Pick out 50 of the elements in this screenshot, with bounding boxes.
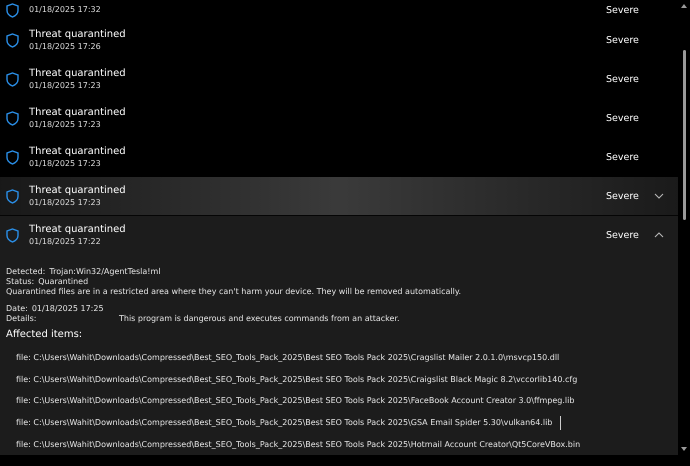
threat-title: Threat quarantined <box>29 146 127 158</box>
threat-title: Threat quarantined <box>29 68 127 80</box>
detected-value: Trojan:Win32/AgentTesla!ml <box>49 267 161 277</box>
status-label: Status: <box>6 277 34 287</box>
threat-title: Threat quarantined <box>29 184 127 196</box>
shield-icon <box>6 188 19 204</box>
threat-date: 01/18/2025 17:23 <box>29 80 102 90</box>
date-label: Date: <box>6 304 28 314</box>
severity-label: Severe <box>606 4 640 16</box>
detected-label: Detected: <box>6 267 46 277</box>
threat-title: Threat quarantined <box>29 28 127 40</box>
shield-icon <box>6 228 19 242</box>
quarantine-note: Quarantined files are in a restricted area where they can't harm your device. They will be removed automatically. <box>6 287 461 297</box>
affected-items-heading: Affected items: <box>6 328 84 341</box>
threat-title: Threat quarantined <box>29 224 127 236</box>
file-path: file: C:\Users\Wahit\Downloads\Compressed\Best_SEO_Tools_Pack_2025\Best SEO Tools Pack 2025\GSA Email Spider 5.30\vulkan64.lib <box>16 418 552 427</box>
severity-label: Severe <box>606 230 640 240</box>
threat-date: 01/18/2025 17:23 <box>29 120 102 130</box>
scroll-up-icon[interactable] <box>681 4 687 8</box>
chevron-icon[interactable] <box>654 193 664 199</box>
threat-date: 01/18/2025 17:26 <box>29 42 102 52</box>
severity-label: Severe <box>606 34 640 46</box>
severity-label: Severe <box>606 74 640 84</box>
shield-icon <box>6 2 19 18</box>
text-cursor <box>560 416 562 430</box>
severity-label: Severe <box>606 112 640 124</box>
details-value: This program is dangerous and executes commands from an attacker. <box>119 314 400 324</box>
threat-date: 01/18/2025 17:23 <box>29 198 102 208</box>
file-path: file: C:\Users\Wahit\Downloads\Compressed\Best_SEO_Tools_Pack_2025\Best SEO Tools Pack 2025\Craigslist Black Magic 8.2\vccorlib140.cfg <box>16 374 578 384</box>
file-path: file: C:\Users\Wahit\Downloads\Compressed\Best_SEO_Tools_Pack_2025\Best SEO Tools Pack 2025\FaceBook Account Creator 3.0\ffmpeg.lib <box>16 396 574 406</box>
shield-icon <box>6 110 19 126</box>
file-path: file: C:\Users\Wahit\Downloads\Compressed\Best_SEO_Tools_Pack_2025\Best SEO Tools Pack 2025\Cragslist Mailer 2.0.1.0\msvcp150.dll <box>16 353 560 362</box>
threat-row[interactable]: Threat quarantined 01/18/2025 17:22 Severe <box>0 216 678 255</box>
shield-icon <box>6 72 19 86</box>
threat-date: 01/18/2025 17:32 <box>29 5 102 15</box>
shield-icon <box>6 150 19 164</box>
threat-title: Threat quarantined <box>29 106 127 118</box>
severity-label: Severe <box>606 152 640 162</box>
status-value: Quarantined <box>38 277 88 287</box>
threat-row[interactable]: Threat quarantined 01/18/2025 17:23 Severe <box>0 177 678 216</box>
details-label: Details: <box>6 314 38 324</box>
scroll-down-icon[interactable] <box>681 447 687 451</box>
threat-date: 01/18/2025 17:23 <box>29 158 102 168</box>
scrollbar-thumb[interactable] <box>682 50 686 220</box>
shield-icon <box>6 32 19 48</box>
file-path: file: C:\Users\Wahit\Downloads\Compressed\Best_SEO_Tools_Pack_2025\Best SEO Tools Pack 2025\Hotmail Account Creator\Qt5CoreVBox.bin <box>16 440 580 449</box>
date-value: 01/18/2025 17:25 <box>32 304 104 314</box>
severity-label: Severe <box>606 190 640 202</box>
threat-date: 01/18/2025 17:22 <box>29 236 102 246</box>
chevron-icon[interactable] <box>654 232 664 238</box>
